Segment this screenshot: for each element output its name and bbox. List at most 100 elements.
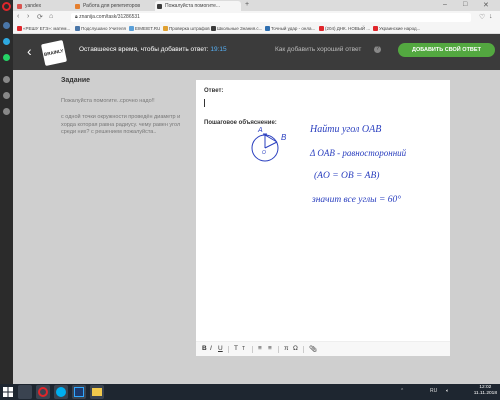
yandex-favicon-icon [17,4,22,9]
tab-strip: yandex Работа для репетиторов Пожалуйста… [13,0,500,11]
tab-title: Работа для репетиторов [83,3,141,9]
new-tab-button[interactable]: + [245,1,249,8]
minimize-icon[interactable]: – [443,1,447,8]
whatsapp-icon[interactable] [3,54,10,61]
volume-icon[interactable]: 🔈︎ [446,388,449,394]
task-view-icon[interactable] [18,385,32,399]
task-section: Задание Пожалуйста помогите..срочно надо… [13,70,193,384]
bookmark-label: «РЕШУ ЕГЭ»: матем... [23,26,71,31]
clock-date: 11.11.2018 [473,391,497,396]
bookmark-label: Подслушано Учителя [81,26,126,31]
bullet-list-button[interactable]: ≡ [258,345,262,352]
toolbar-divider [303,346,304,353]
download-icon[interactable]: ↓ [489,13,493,20]
bookmark-label: Точный удар - онла... [271,26,316,31]
omega-symbol-button[interactable]: Ω [293,345,298,352]
maximize-icon[interactable]: □ [463,1,467,8]
bookmark-item[interactable]: «РЕШУ ЕГЭ»: матем... [17,26,70,31]
task-title: Задание [61,77,91,84]
history-icon[interactable] [3,92,10,99]
point-a-label: A [257,127,263,134]
task-text-line1: Пожалуйста помогите..срочно надо!! [61,98,155,104]
reload-icon[interactable]: ⟳ [37,13,43,21]
tab-active-question[interactable]: Пожалуйста помогите... [155,1,241,11]
point-o-label: O [262,150,266,156]
opera-logo-icon[interactable] [2,2,11,11]
back-arrow-icon[interactable]: ‹ [27,43,32,59]
time-value: 19:15 [210,46,227,53]
answer-label: Ответ: [204,88,224,94]
bookmarks-icon[interactable] [3,108,10,115]
forward-icon[interactable]: › [27,13,29,20]
bookmark-favicon-icon [75,26,80,31]
attach-icon[interactable]: 📎︎ [309,345,317,353]
brainly-logo[interactable]: BRAINLY [40,39,68,67]
brainly-header: ‹ BRAINLY Оставшееся время, чтобы добави… [13,34,500,70]
url-input[interactable]: 🔒︎ znanija.com/task/31286531 [71,13,471,22]
bookmark-item[interactable]: Проверка штрафов [163,26,210,31]
editor-toolbar: B I U T T ≡ ≡ π Ω 📎︎ [196,341,450,356]
bookmark-item[interactable]: Точный удар - онла... [265,26,315,31]
bookmark-label: EIMEIET.RU [135,26,161,31]
taskbar: ⌃ RU 🔈︎ 12:02 11.11.2018 [0,384,500,400]
close-icon[interactable]: ✕ [483,1,489,9]
handwritten-solution: A B O Найти угол OAB Δ OAB - равносторон… [251,124,407,205]
tutors-favicon-icon [75,4,80,9]
handwritten-line: (AO = OB = AB) [314,170,379,181]
bookmark-label: Проверка штрафов [169,26,210,31]
bookmark-favicon-icon [373,26,378,31]
task-text-body: с одной точки окружности проведён диамет… [61,114,181,135]
url-text: znanija.com/task/31286531 [79,14,140,20]
taskbar-clock[interactable]: 12:02 11.11.2018 [474,385,497,397]
home-icon[interactable]: ⌂ [49,13,53,20]
answer-editor[interactable]: Ответ: Пошаговое объяснение: A B O Найти… [196,80,450,356]
bold-button[interactable]: B [202,345,207,352]
language-indicator[interactable]: RU [430,388,437,394]
explorer-taskbar-icon[interactable] [90,385,104,399]
tab-tutors[interactable]: Работа для репетиторов [73,1,153,11]
bookmark-item[interactable]: Украинские народ... [373,26,420,31]
bookmark-item[interactable]: Подслушано Учителя [75,26,126,31]
handwritten-line: Δ OAB - равносторонний [309,148,407,158]
speed-dial-icon[interactable] [3,76,10,83]
add-answer-button[interactable]: ДОБАВИТЬ СВОЙ ОТВЕТ [398,43,495,57]
bookmark-favicon-icon [211,26,216,31]
pi-symbol-button[interactable]: π [284,345,289,352]
bookmark-favicon-icon [265,26,270,31]
toolbar-divider [252,346,253,353]
skype-taskbar-icon[interactable] [54,385,68,399]
bookmark-favicon-icon [17,26,22,31]
font-size-large-button[interactable]: T [234,345,238,352]
bookmark-favicon-icon [163,26,168,31]
back-icon[interactable]: ‹ [17,13,19,20]
bookmark-favicon-icon [319,26,324,31]
address-bar: ‹ › ⟳ ⌂ 🔒︎ znanija.com/task/31286531 ♡ ↓ [13,11,500,24]
radius-line-2 [264,141,278,149]
tab-title: yandex [25,3,42,9]
font-size-small-button[interactable]: T [242,346,245,352]
windows-start-icon[interactable] [3,387,13,397]
tray-arrows-icon[interactable]: ⌃ [400,388,404,394]
telegram-icon[interactable] [3,38,10,45]
handwritten-line: значит все углы = 60° [311,194,401,205]
handwritten-line: Найти угол OAB [309,124,381,135]
toolbar-divider [228,346,229,353]
brainly-favicon-icon [157,4,162,9]
underline-button[interactable]: U [218,345,223,352]
text-cursor [204,99,205,107]
vk-icon[interactable] [3,22,10,29]
tab-yandex[interactable]: yandex [15,1,71,11]
answer-tips-link[interactable]: Как добавить хороший ответ [275,46,361,53]
time-remaining: Оставшееся время, чтобы добавить ответ: … [79,46,227,53]
opera-sidebar [0,0,13,384]
numbered-list-button[interactable]: ≡ [268,345,272,352]
bookmark-favicon-icon [129,26,134,31]
bookmark-item[interactable]: EIMEIET.RU [129,26,160,31]
bookmark-item[interactable]: (204) ДНК. НОВЫЙ ... [319,26,370,31]
help-icon[interactable]: ? [374,46,381,53]
heart-icon[interactable]: ♡ [479,13,485,21]
opera-taskbar-icon[interactable] [36,385,50,399]
bookmark-item[interactable]: Школьные Знания.c... [211,26,262,31]
italic-button[interactable]: I [210,345,212,352]
photoshop-taskbar-icon[interactable] [72,385,86,399]
